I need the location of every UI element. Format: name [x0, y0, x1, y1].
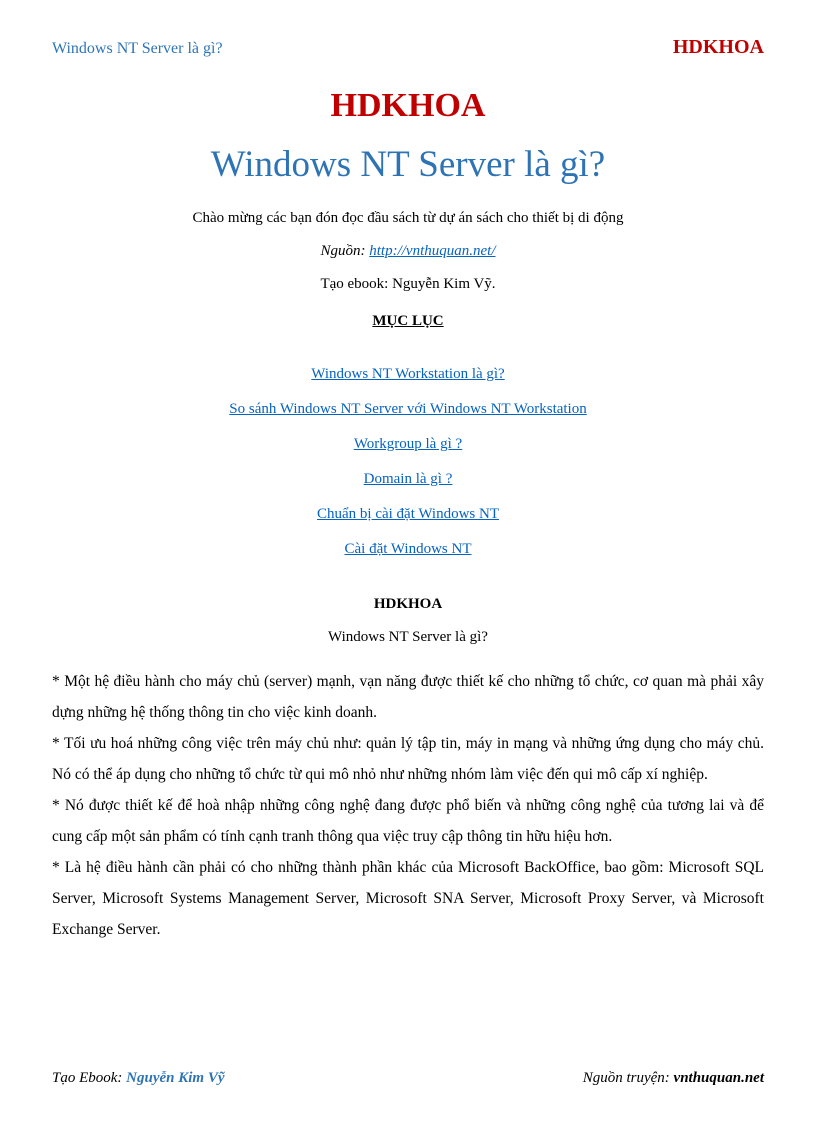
title-brand: HDKHOA [52, 87, 764, 125]
page-footer: Tạo Ebook: Nguyễn Kim Vỹ Nguồn truyện: v… [52, 1070, 764, 1087]
toc-title: MỤC LỤC [52, 313, 764, 330]
paragraph: * Một hệ điều hành cho máy chủ (server) … [52, 666, 764, 728]
footer-left: Tạo Ebook: Nguyễn Kim Vỹ [52, 1070, 225, 1087]
toc-link[interactable]: Chuẩn bị cài đặt Windows NT [52, 506, 764, 523]
section-brand: HDKHOA [52, 596, 764, 613]
toc-list: Windows NT Workstation là gì? So sánh Wi… [52, 366, 764, 558]
toc-link[interactable]: Workgroup là gì ? [52, 436, 764, 453]
toc-link[interactable]: So sánh Windows NT Server với Windows NT… [52, 401, 764, 418]
footer-right: Nguồn truyện: vnthuquan.net [583, 1070, 764, 1087]
paragraph: * Là hệ điều hành cần phải có cho những … [52, 852, 764, 945]
page-header: Windows NT Server là gì? HDKHOA [52, 36, 764, 59]
paragraph: * Tối ưu hoá những công việc trên máy ch… [52, 728, 764, 790]
intro-text: Chào mừng các bạn đón đọc đầu sách từ dự… [52, 210, 764, 227]
toc-link[interactable]: Domain là gì ? [52, 471, 764, 488]
paragraph: * Nó được thiết kế để hoà nhập những côn… [52, 790, 764, 852]
author-line: Tạo ebook: Nguyễn Kim Vỹ. [52, 276, 764, 293]
source-link[interactable]: http://vnthuquan.net/ [369, 243, 495, 259]
source-line: Nguồn: http://vnthuquan.net/ [52, 243, 764, 260]
footer-right-label: Nguồn truyện [583, 1070, 665, 1086]
source-label: Nguồn: [321, 243, 370, 259]
body-text: * Một hệ điều hành cho máy chủ (server) … [52, 666, 764, 945]
header-right-brand: HDKHOA [673, 36, 764, 59]
footer-left-label: Tạo Ebook [52, 1070, 117, 1086]
title-main: Windows NT Server là gì? [52, 143, 764, 186]
toc-link[interactable]: Cài đặt Windows NT [52, 541, 764, 558]
toc-link[interactable]: Windows NT Workstation là gì? [52, 366, 764, 383]
footer-right-source: vnthuquan.net [674, 1070, 764, 1086]
footer-left-name: Nguyễn Kim Vỹ [126, 1070, 224, 1086]
header-left-title: Windows NT Server là gì? [52, 40, 223, 58]
section-title: Windows NT Server là gì? [52, 629, 764, 646]
